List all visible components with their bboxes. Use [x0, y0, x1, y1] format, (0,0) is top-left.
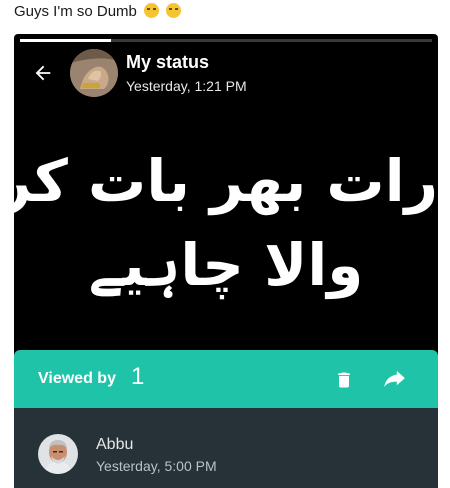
status-text-line-2: والا چاہیے: [88, 231, 364, 299]
viewed-by-header: Viewed by 1: [14, 350, 438, 408]
share-icon[interactable]: [384, 370, 406, 388]
grimacing-face-icon: [166, 3, 182, 18]
avatar[interactable]: [38, 434, 78, 474]
status-viewer-screen: My status Yesterday, 1:21 PM رات بھر بات…: [14, 34, 438, 488]
arrow-left-icon[interactable]: [32, 62, 54, 84]
trash-icon[interactable]: [334, 369, 354, 391]
status-title: My status: [126, 52, 210, 72]
viewed-by-label: Viewed by: [38, 370, 116, 387]
grimacing-face-icon: [144, 3, 160, 18]
status-text-line-1: رات بھر بات کرنے: [14, 147, 438, 215]
caption-text: Guys I'm so Dumb: [14, 3, 137, 20]
post-caption: Guys I'm so Dumb: [14, 3, 182, 20]
avatar[interactable]: [70, 49, 118, 97]
status-progress-bar: [20, 39, 432, 42]
status-timestamp: Yesterday, 1:21 PM: [126, 78, 247, 94]
viewer-name: Abbu: [96, 436, 134, 453]
viewer-timestamp: Yesterday, 5:00 PM: [96, 458, 217, 474]
status-text: رات بھر بات کرنے والا چاہیے: [14, 139, 438, 307]
viewed-by-count: 1: [131, 363, 145, 390]
viewed-by-panel: Viewed by 1 Abbu Yesterday, 5:00 PM: [14, 350, 438, 488]
viewer-list-item[interactable]: Abbu Yesterday, 5:00 PM: [14, 424, 438, 484]
status-progress-fill: [20, 39, 111, 42]
